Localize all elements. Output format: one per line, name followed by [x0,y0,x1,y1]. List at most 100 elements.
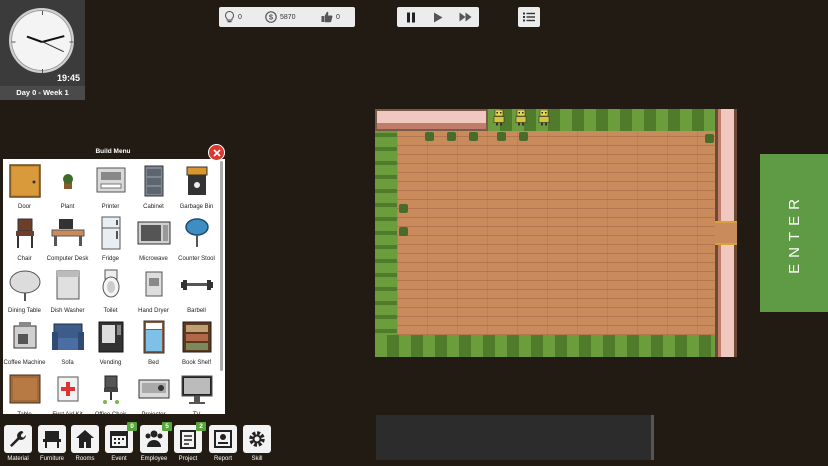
build-item-label: First Aid Kit [52,412,82,414]
fast-forward-button[interactable] [456,9,474,25]
desk-item[interactable] [425,132,434,141]
build-item-picture [8,164,42,198]
build-item-table[interactable]: Table [3,369,46,414]
house-icon [76,430,94,448]
toolbar-employee-button[interactable]: 5 Employee [137,422,172,462]
desk-item[interactable] [469,132,478,141]
office-room[interactable] [375,109,737,357]
toolbar-icon-box: 2 [174,422,206,453]
hand-dryer-icon [145,271,162,297]
build-item-picture [51,216,85,250]
room-door[interactable] [715,221,737,245]
toolbar-material-button[interactable]: Material [1,425,35,462]
build-item-cabinet[interactable]: Cabinet [132,161,175,213]
worker-robot[interactable] [493,110,505,126]
build-item-picture [180,216,214,250]
toolbar-furniture-button[interactable]: Furniture [35,425,69,462]
build-item-toilet[interactable]: Toilet [89,265,132,317]
toolbar-icon-box: 0 [105,422,137,453]
build-item-dining-table[interactable]: Dining Table [3,265,46,317]
build-item-picture [137,216,171,250]
pause-button[interactable] [402,9,420,25]
build-item-garbage-bin[interactable]: Garbage Bin [175,161,218,213]
dish-washer-icon [56,270,79,300]
likes-stat: 0 [321,11,340,23]
computer-desk-icon [51,219,84,246]
build-item-picture [51,372,85,406]
enter-button[interactable]: ENTER [760,154,828,312]
build-item-vending[interactable]: Vending [89,317,132,369]
thumbs-up-icon [321,11,333,23]
build-item-tv[interactable]: TV [175,369,218,414]
build-item-picture [8,372,42,406]
desk-item[interactable] [447,132,456,141]
toolbar-skill-button[interactable]: Skill [240,425,274,462]
toolbar-project-button[interactable]: 2 Project [171,422,206,462]
worker-robot[interactable] [538,110,550,126]
build-item-coffee-machine[interactable]: Coffee Machine [3,317,46,369]
build-item-office-chair[interactable]: Office Chair [89,369,132,414]
barbell-icon [180,280,213,290]
build-item-fridge[interactable]: Fridge [89,213,132,265]
build-item-label: TV [193,412,201,414]
build-item-picture [51,164,85,198]
bottom-toolbar: Material Furniture Rooms 0 Event 5 Employee 2 Pr… [0,422,300,466]
build-item-label: Computer Desk [46,256,89,262]
sofa-icon [51,323,84,350]
build-item-label: Counter Stool [178,256,215,262]
menu-list-button[interactable] [518,7,540,27]
worker-robot[interactable] [515,110,527,126]
build-item-hand-dryer[interactable]: Hand Dryer [132,265,175,317]
build-item-chair[interactable]: Chair [3,213,46,265]
clock-hour-hand [26,35,42,43]
stats-bar: 0 $ 5870 0 [219,7,355,27]
plant-icon [62,174,73,189]
calendar-icon [110,431,128,448]
desk-item[interactable] [519,132,528,141]
build-item-microwave[interactable]: Microwave [132,213,175,265]
projector-icon [138,379,169,399]
build-item-barbell[interactable]: Barbell [175,265,218,317]
build-item-plant[interactable]: Plant [46,161,89,213]
build-item-projector[interactable]: Projector [132,369,175,414]
build-item-label: Toilet [103,308,118,314]
toolbar-icon-box [243,425,271,453]
build-item-first-aid-kit[interactable]: First Aid Kit [46,369,89,414]
build-item-dish-washer[interactable]: Dish Washer [46,265,89,317]
build-item-printer[interactable]: Printer [89,161,132,213]
likes-value: 0 [336,13,340,21]
build-item-counter-stool[interactable]: Counter Stool [175,213,218,265]
office-chair-icon [102,375,119,404]
notification-badge: 0 [127,422,137,431]
svg-text:$: $ [269,13,274,22]
build-item-label: Office Chair [95,412,127,414]
build-menu-scrollbar[interactable] [220,161,223,371]
toolbar-rooms-button[interactable]: Rooms [68,425,102,462]
toolbar-report-button[interactable]: Report [206,425,240,462]
plant-item[interactable] [399,204,408,213]
build-item-book-shelf[interactable]: Book Shelf [175,317,218,369]
close-icon [212,148,221,157]
build-item-label: Table [17,412,31,414]
build-item-door[interactable]: Door [3,161,46,213]
room-floor[interactable] [397,131,715,335]
toolbar-label: Report [213,456,232,462]
counter-stool-icon [184,218,209,247]
close-build-menu-button[interactable] [208,144,225,161]
toolbar-icon-box: 5 [140,422,172,453]
build-item-computer-desk[interactable]: Computer Desk [46,213,89,265]
build-item-sofa[interactable]: Sofa [46,317,89,369]
build-menu-grid: Door Plant Printer Cabinet Garbage Bin Chair C… [3,161,218,414]
toolbar-event-button[interactable]: 0 Event [102,422,137,462]
desk-item[interactable] [497,132,506,141]
plant-item[interactable] [399,227,408,236]
build-item-picture [51,320,85,354]
build-item-label: Hand Dryer [138,308,169,314]
plant-item[interactable] [705,134,714,143]
people-icon [145,430,163,447]
build-item-picture [180,320,214,354]
build-item-picture [137,164,171,198]
build-item-bed[interactable]: Bed [132,317,175,369]
play-button[interactable] [429,9,447,25]
clock-minute-hand [41,34,64,42]
